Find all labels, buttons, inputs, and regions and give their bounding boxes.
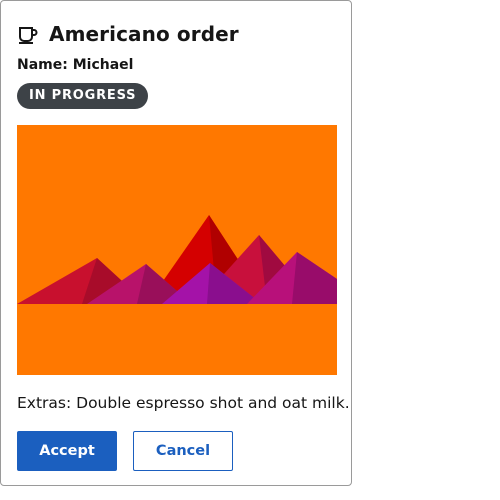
order-card: Americano order Name: Michael IN PROGRES… <box>0 0 352 486</box>
mountain-landscape-image <box>17 125 337 375</box>
extras-text: Extras: Double espresso shot and oat mil… <box>17 394 350 412</box>
status-badge: IN PROGRESS <box>17 83 149 109</box>
customer-name: Name: Michael <box>17 57 134 73</box>
order-title: Americano order <box>49 22 239 46</box>
cancel-button[interactable]: Cancel <box>133 431 233 471</box>
coffee-cup-icon <box>17 23 39 45</box>
card-header: Americano order <box>17 20 239 48</box>
accept-button[interactable]: Accept <box>17 431 117 471</box>
